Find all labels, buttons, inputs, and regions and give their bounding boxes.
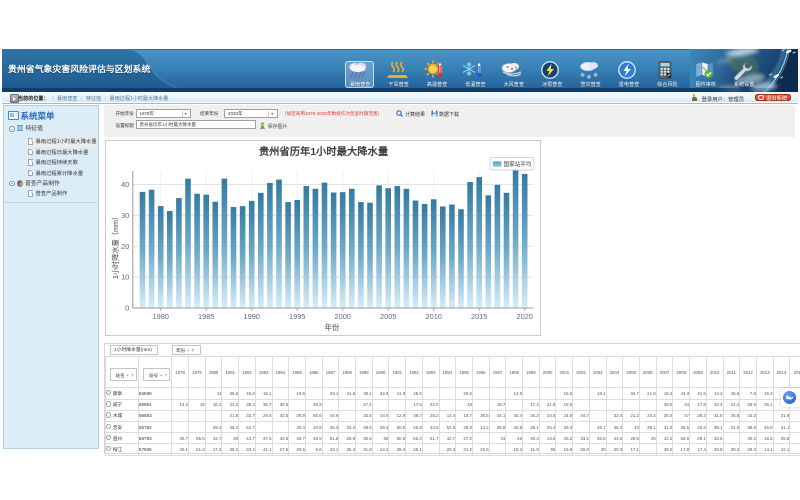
svg-text:40: 40 [121, 180, 129, 189]
svg-text:2005: 2005 [379, 312, 395, 321]
svg-text:1小时降水量（mm）: 1小时降水量（mm） [111, 213, 120, 279]
svg-text:30: 30 [121, 211, 129, 220]
svg-text:2020: 2020 [516, 312, 532, 321]
svg-text:❄: ❄ [586, 74, 591, 80]
svg-text:10: 10 [121, 273, 129, 282]
svg-text:年份: 年份 [324, 323, 339, 332]
svg-text:2015: 2015 [470, 312, 486, 321]
svg-text:0: 0 [125, 304, 129, 313]
svg-text:1995: 1995 [288, 312, 304, 321]
svg-text:1990: 1990 [243, 312, 259, 321]
svg-text:❄: ❄ [593, 72, 598, 79]
svg-text:1980: 1980 [152, 312, 168, 321]
svg-text:2000: 2000 [334, 312, 350, 321]
svg-text:❄: ❄ [580, 72, 585, 79]
svg-text:1985: 1985 [197, 312, 213, 321]
svg-text:20: 20 [121, 242, 129, 251]
svg-text:2010: 2010 [425, 312, 441, 321]
svg-text:国家站平均: 国家站平均 [503, 160, 531, 168]
